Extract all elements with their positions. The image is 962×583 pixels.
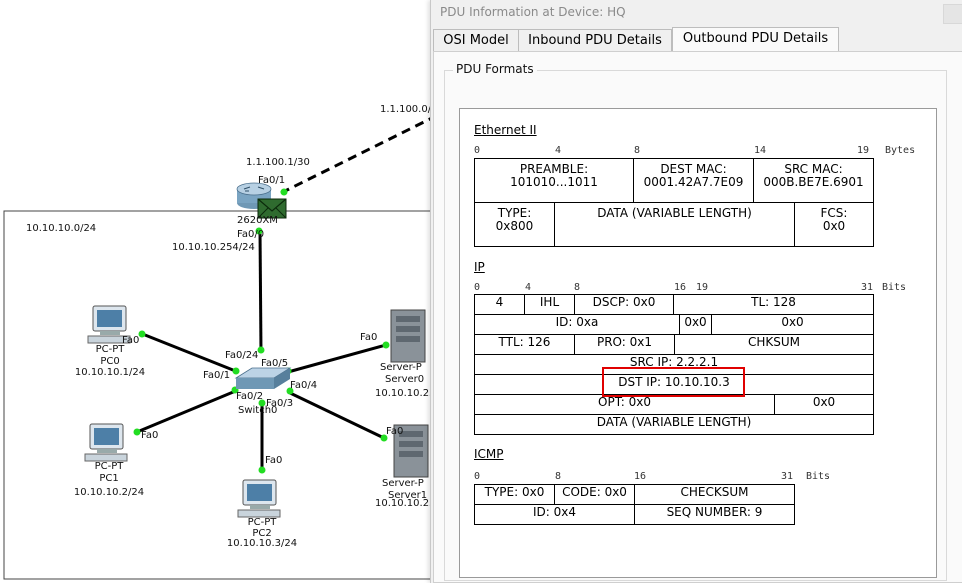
ip-ttl-field: TTL: 126 — [474, 334, 575, 355]
pc2-ip-label: 10.10.10.3/24 — [226, 538, 298, 549]
router-port-bottom-label: Fa0/0 — [237, 229, 265, 240]
ip-dscp-field: DSCP: 0x0 — [574, 294, 674, 315]
server0-port-label: Fa0 — [360, 332, 378, 343]
switch-port-4-label: Fa0/4 — [290, 380, 318, 391]
server1-type-label: Server-P — [382, 478, 424, 489]
router-wan-ip-label: 1.1.100.1/30 — [246, 157, 310, 168]
pc1-name-label: PC1 — [99, 473, 119, 484]
eth-tick-14: 14 — [754, 145, 767, 156]
pc0-ip-label: 10.10.10.1/24 — [74, 367, 146, 378]
close-button[interactable] — [943, 4, 962, 24]
pdu-information-dialog[interactable]: PDU Information at Device: HQ OSI Model … — [430, 0, 962, 583]
ip-tl-field: TL: 128 — [673, 294, 874, 315]
pc2-icon[interactable] — [237, 479, 281, 518]
ip-tick-4: 4 — [525, 282, 532, 293]
ip-version-field: 4 — [474, 294, 525, 315]
link-server1-switch — [287, 390, 385, 440]
router-port-top-label: Fa0/1 — [258, 175, 286, 186]
eth-tick-19: 19 — [857, 145, 870, 156]
wan-network-label: 1.1.100.0/ — [380, 104, 432, 115]
eth-tick-4: 4 — [555, 145, 562, 156]
eth-preamble-field: PREAMBLE: 101010...1011 — [474, 158, 634, 203]
router-name-label: 2620XM — [237, 215, 278, 226]
pc1-icon[interactable] — [84, 423, 128, 462]
ethernet-section-title: Ethernet II — [474, 123, 537, 137]
pc1-ip-label: 10.10.10.2/24 — [73, 487, 145, 498]
eth-fcs-value: 0x0 — [822, 219, 846, 233]
icmp-id-field: ID: 0x4 — [474, 504, 635, 525]
lan-network-label: 10.10.10.0/24 — [26, 223, 97, 234]
router-lan-ip-label: 10.10.10.254/24 — [172, 242, 255, 253]
eth-data-field: DATA (VARIABLE LENGTH) — [554, 202, 795, 247]
pc1-type-label: PC-PT — [94, 461, 124, 472]
dialog-title: PDU Information at Device: HQ — [440, 5, 626, 19]
ip-tick-0: 0 — [474, 282, 481, 293]
eth-type-value: 0x800 — [495, 219, 534, 233]
icmp-section-title: ICMP — [474, 447, 504, 461]
eth-fcs-field: FCS: 0x0 — [794, 202, 874, 247]
ip-tick-19: 19 — [696, 282, 709, 293]
eth-src-mac-field: SRC MAC: 000B.BE7E.6901 — [753, 158, 874, 203]
switch-name-label: Switch0 — [238, 405, 278, 416]
server0-name-label: Server0 — [385, 374, 425, 385]
pdu-formats-label: PDU Formats — [453, 62, 537, 76]
pdu-formats-group: PDU Formats Ethernet II 0 4 8 14 19 Byte… — [444, 62, 947, 581]
link-server0-switch — [287, 343, 387, 374]
server1-ip-label: 10.10.10.25 — [375, 498, 436, 509]
pc0-type-label: PC-PT — [95, 344, 125, 355]
ip-tick-8: 8 — [574, 282, 581, 293]
switch-port-1-label: Fa0/1 — [203, 370, 231, 381]
eth-type-field: TYPE: 0x800 — [474, 202, 555, 247]
server0-type-label: Server-P — [380, 362, 422, 373]
link-pc0-switch — [139, 331, 239, 374]
ip-protocol-field: PRO: 0x1 — [574, 334, 675, 355]
ip-id-field: ID: 0xa — [474, 314, 680, 335]
switch-port-24-label: Fa0/24 — [225, 350, 259, 361]
ip-tick-16: 16 — [674, 282, 687, 293]
eth-preamble-value: 101010...1011 — [510, 175, 598, 189]
ip-padding-field: 0x0 — [774, 394, 874, 415]
ip-unit-label: Bits — [882, 282, 907, 293]
eth-src-mac-value: 000B.BE7E.6901 — [763, 175, 864, 189]
tab-osi-model[interactable]: OSI Model — [433, 29, 519, 51]
icmp-seq-number-field: SEQ NUMBER: 9 — [634, 504, 795, 525]
eth-tick-8: 8 — [634, 145, 641, 156]
switch-port-5-label: Fa0/5 — [261, 358, 289, 369]
icmp-unit-label: Bits — [806, 471, 831, 482]
eth-tick-0: 0 — [474, 145, 481, 156]
server0-icon[interactable] — [390, 309, 426, 363]
ip-data-field: DATA (VARIABLE LENGTH) — [474, 414, 874, 435]
ip-section-title: IP — [474, 260, 485, 274]
icmp-tick-8: 8 — [555, 471, 562, 482]
pdu-formats-view[interactable]: Ethernet II 0 4 8 14 19 Bytes PREAMBLE: … — [459, 108, 937, 578]
icmp-tick-31: 31 — [781, 471, 794, 482]
tab-inbound-pdu-details[interactable]: Inbound PDU Details — [518, 29, 672, 51]
eth-unit-label: Bytes — [885, 145, 916, 156]
tab-outbound-pdu-details[interactable]: Outbound PDU Details — [672, 27, 839, 52]
ip-tick-31: 31 — [861, 282, 874, 293]
outbound-pdu-panel: PDU Formats Ethernet II 0 4 8 14 19 Byte… — [433, 51, 962, 583]
icmp-type-field: TYPE: 0x0 — [474, 484, 555, 505]
eth-dest-mac-value: 0001.42A7.7E09 — [643, 175, 744, 189]
ip-ihl-field: IHL — [524, 294, 575, 315]
switch-port-2-label: Fa0/2 — [236, 391, 264, 402]
ip-options-field: OPT: 0x0 — [474, 394, 775, 415]
switch-icon[interactable] — [234, 367, 292, 389]
dst-ip-highlight-box — [602, 367, 745, 397]
server0-ip-label: 10.10.10.25 — [375, 388, 436, 399]
eth-dest-mac-field: DEST MAC: 0001.42A7.7E09 — [633, 158, 754, 203]
icmp-tick-0: 0 — [474, 471, 481, 482]
pc2-port-label: Fa0 — [265, 455, 283, 466]
icmp-code-field: CODE: 0x0 — [554, 484, 635, 505]
server1-port-label: Fa0 — [386, 426, 404, 437]
ip-flags-field: 0x0 — [679, 314, 712, 335]
ip-fragment-offset-field: 0x0 — [711, 314, 874, 335]
icmp-tick-16: 16 — [634, 471, 647, 482]
link-router-switch — [258, 229, 263, 354]
wan-serial-link — [280, 116, 433, 195]
link-pc1-switch — [136, 388, 239, 434]
ip-checksum-field: CHKSUM — [674, 334, 874, 355]
icmp-checksum-field: CHECKSUM — [634, 484, 795, 505]
pc1-port-label: Fa0 — [141, 430, 159, 441]
